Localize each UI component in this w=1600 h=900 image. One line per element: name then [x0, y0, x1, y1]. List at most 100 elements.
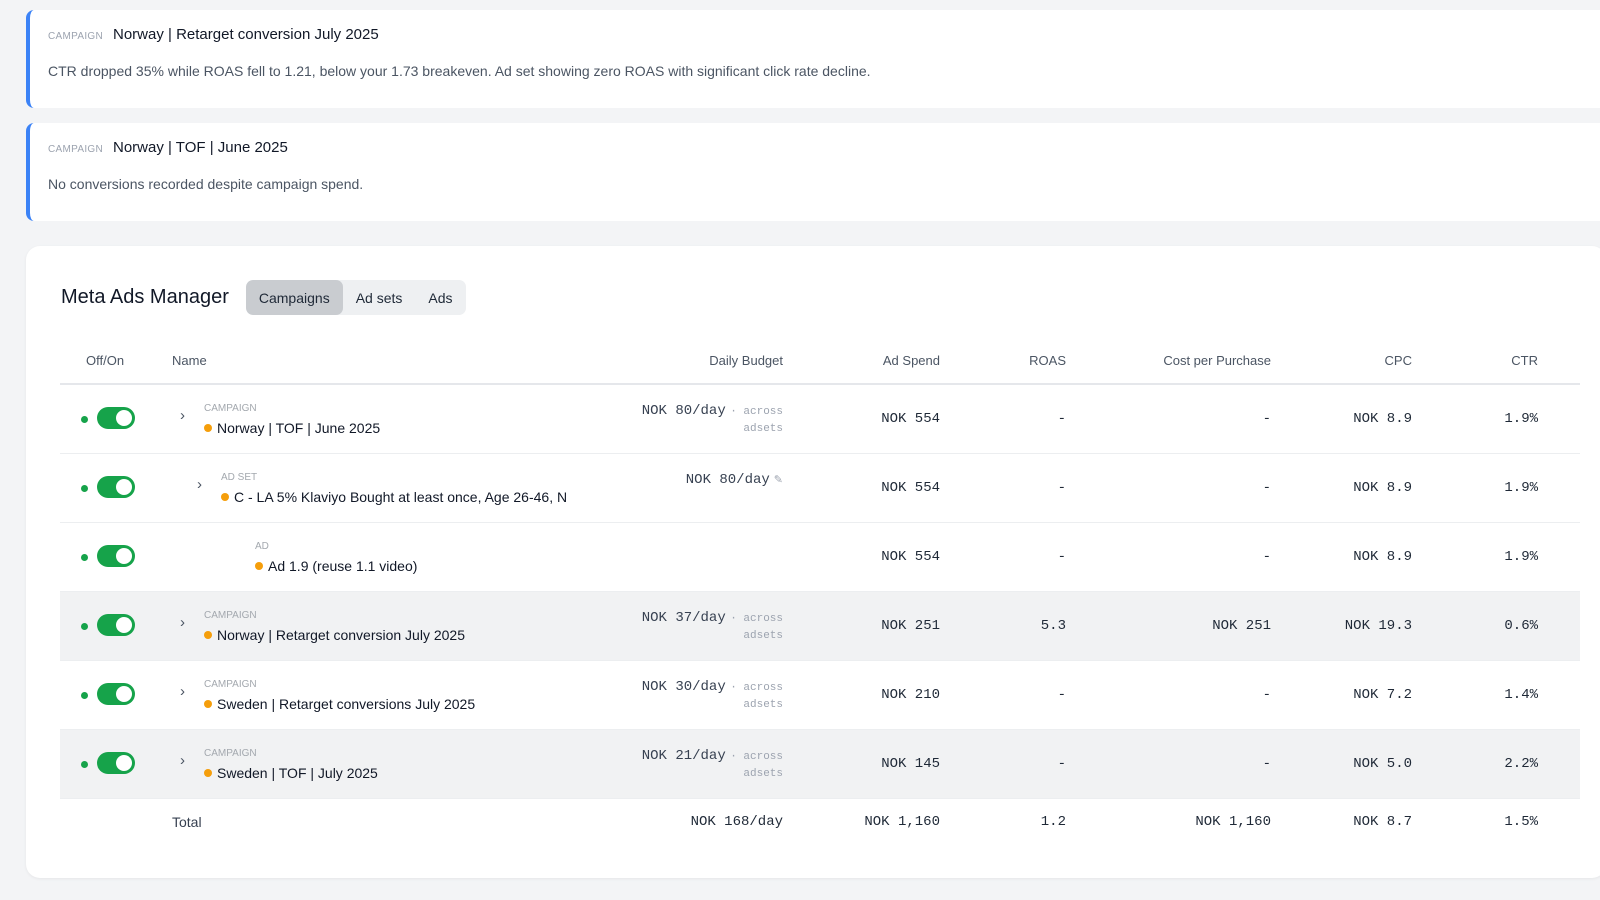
- budget-suffix-line2: adsets: [743, 630, 783, 642]
- delivery-dot: [204, 631, 212, 639]
- header-cpp[interactable]: Cost per Purchase: [1163, 353, 1271, 368]
- cpc: NOK 5.0: [1353, 756, 1412, 772]
- cost-per-purchase: -: [1262, 411, 1271, 427]
- chevron-right-icon[interactable]: ›: [180, 752, 185, 769]
- ctr: 1.9%: [1504, 411, 1538, 427]
- daily-budget: NOK 21/day · across adsets: [553, 746, 783, 780]
- cpc: NOK 8.9: [1353, 480, 1412, 496]
- delivery-dot: [255, 562, 263, 570]
- on-off-toggle[interactable]: [97, 407, 135, 429]
- table-header: Off/On Name Daily Budget Ad Spend ROAS C…: [60, 338, 1580, 385]
- ctr: 1.9%: [1504, 480, 1538, 496]
- total-cpc: NOK 8.7: [1353, 814, 1412, 830]
- status-dot: [81, 554, 88, 561]
- row-name-text: C - LA 5% Klaviyo Bought at least once, …: [234, 489, 568, 505]
- delivery-dot: [204, 424, 212, 432]
- cost-per-purchase: NOK 251: [1212, 618, 1271, 634]
- total-row: Total NOK 168/day NOK 1,160 1.2 NOK 1,16…: [60, 799, 1580, 846]
- budget-amount: NOK 30/day: [641, 679, 726, 695]
- toggle-knob: [116, 686, 132, 702]
- alert-card: CAMPAIGN Norway | TOF | June 2025 No con…: [26, 123, 1600, 221]
- alert-message: No conversions recorded despite campaign…: [48, 176, 364, 192]
- budget-amount: NOK 80/day: [641, 403, 726, 419]
- ctr: 2.2%: [1504, 756, 1538, 772]
- cost-per-purchase: -: [1262, 549, 1271, 565]
- budget-suffix-line2: adsets: [743, 699, 783, 711]
- chevron-right-icon[interactable]: ›: [180, 407, 185, 424]
- panel-title: Meta Ads Manager: [61, 286, 229, 308]
- alert-tag: CAMPAIGN: [48, 144, 103, 155]
- daily-budget: NOK 80/day ✎: [553, 470, 783, 488]
- status-dot: [81, 692, 88, 699]
- row-name-text: Ad 1.9 (reuse 1.1 video): [268, 558, 418, 574]
- tab-ad-sets[interactable]: Ad sets: [343, 280, 416, 315]
- delivery-dot: [221, 493, 229, 501]
- ad-spend: NOK 210: [881, 687, 940, 703]
- total-cpp: NOK 1,160: [1195, 814, 1271, 830]
- total-ctr: 1.5%: [1504, 814, 1538, 830]
- roas: -: [1057, 411, 1066, 427]
- ctr: 1.9%: [1504, 549, 1538, 565]
- toggle-knob: [116, 548, 132, 564]
- chevron-right-icon[interactable]: ›: [180, 614, 185, 631]
- row-level-tag: CAMPAIGN: [204, 403, 257, 414]
- on-off-toggle[interactable]: [97, 476, 135, 498]
- row-name[interactable]: Ad 1.9 (reuse 1.1 video): [255, 558, 417, 574]
- cost-per-purchase: -: [1262, 687, 1271, 703]
- ad-spend: NOK 145: [881, 756, 940, 772]
- chevron-right-icon[interactable]: ›: [197, 476, 202, 493]
- view-tabs: Campaigns Ad sets Ads: [245, 280, 466, 315]
- ads-manager-panel: Meta Ads Manager Campaigns Ad sets Ads O…: [26, 246, 1600, 878]
- total-spend: NOK 1,160: [864, 814, 940, 830]
- table-row[interactable]: › AD SET C - LA 5% Klaviyo Bought at least…: [60, 454, 1580, 523]
- header-ctr[interactable]: CTR: [1511, 353, 1538, 368]
- ad-spend: NOK 554: [881, 549, 940, 565]
- header-offon[interactable]: Off/On: [86, 353, 124, 368]
- status-dot: [81, 761, 88, 768]
- chevron-right-icon[interactable]: ›: [180, 683, 185, 700]
- alert-title[interactable]: Norway | Retarget conversion July 2025: [113, 26, 379, 43]
- row-name[interactable]: Norway | Retarget conversion July 2025: [204, 627, 465, 643]
- header-roas[interactable]: ROAS: [1029, 353, 1066, 368]
- cost-per-purchase: -: [1262, 756, 1271, 772]
- delivery-dot: [204, 769, 212, 777]
- budget-suffix: · across: [730, 613, 783, 625]
- on-off-toggle[interactable]: [97, 545, 135, 567]
- table-row[interactable]: AD Ad 1.9 (reuse 1.1 video) NOK 554 - - NOK 8…: [60, 523, 1580, 592]
- tab-campaigns[interactable]: Campaigns: [245, 280, 343, 315]
- header-name[interactable]: Name: [172, 353, 207, 368]
- pencil-icon[interactable]: ✎: [774, 474, 783, 486]
- on-off-toggle[interactable]: [97, 614, 135, 636]
- alert-message: CTR dropped 35% while ROAS fell to 1.21,…: [48, 63, 871, 79]
- row-name[interactable]: Norway | TOF | June 2025: [204, 420, 380, 436]
- status-dot: [81, 485, 88, 492]
- row-level-tag: AD SET: [221, 472, 258, 483]
- budget-amount: NOK 37/day: [641, 610, 726, 626]
- header-budget[interactable]: Daily Budget: [709, 353, 783, 368]
- table-row[interactable]: › CAMPAIGN Norway | TOF | June 2025 NOK 80/…: [60, 385, 1580, 454]
- budget-suffix-line2: adsets: [743, 423, 783, 435]
- on-off-toggle[interactable]: [97, 683, 135, 705]
- header-spend[interactable]: Ad Spend: [883, 353, 940, 368]
- daily-budget: NOK 80/day · across adsets: [553, 401, 783, 435]
- row-name[interactable]: Sweden | TOF | July 2025: [204, 765, 378, 781]
- row-name[interactable]: C - LA 5% Klaviyo Bought at least once, …: [221, 489, 567, 505]
- on-off-toggle[interactable]: [97, 752, 135, 774]
- header-cpc[interactable]: CPC: [1385, 353, 1412, 368]
- daily-budget: NOK 30/day · across adsets: [553, 677, 783, 711]
- status-dot: [81, 416, 88, 423]
- table-row[interactable]: › CAMPAIGN Sweden | TOF | July 2025 NOK 21/…: [60, 730, 1580, 799]
- total-budget: NOK 168/day: [690, 814, 783, 830]
- tab-ads[interactable]: Ads: [415, 280, 465, 315]
- row-name[interactable]: Sweden | Retarget conversions July 2025: [204, 696, 475, 712]
- roas: 5.3: [1040, 618, 1066, 634]
- roas: -: [1057, 756, 1066, 772]
- campaigns-table: Off/On Name Daily Budget Ad Spend ROAS C…: [60, 338, 1580, 846]
- table-row[interactable]: › CAMPAIGN Sweden | Retarget conversions J…: [60, 661, 1580, 730]
- alert-title[interactable]: Norway | TOF | June 2025: [113, 139, 288, 156]
- cpc: NOK 8.9: [1353, 549, 1412, 565]
- row-level-tag: CAMPAIGN: [204, 748, 257, 759]
- ad-spend: NOK 554: [881, 480, 940, 496]
- table-row[interactable]: › CAMPAIGN Norway | Retarget conversion Ju…: [60, 592, 1580, 661]
- toggle-knob: [116, 479, 132, 495]
